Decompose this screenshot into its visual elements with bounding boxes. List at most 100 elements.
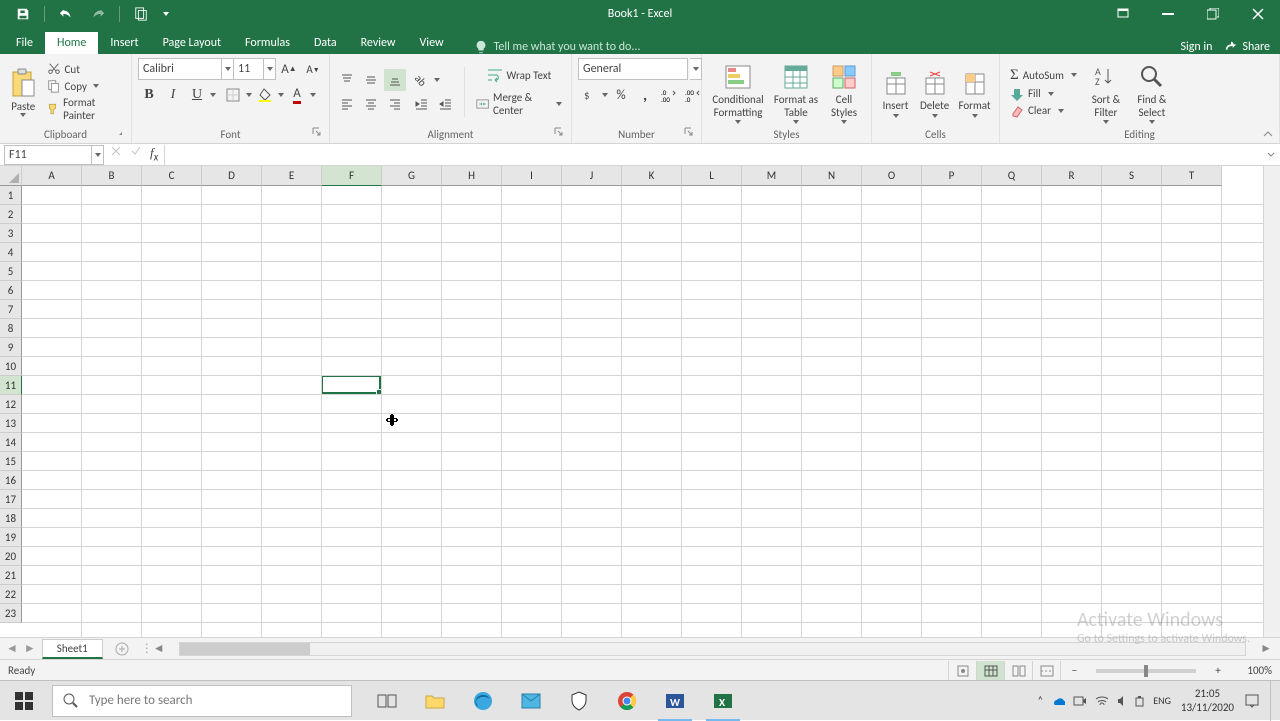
- cut-button[interactable]: Cut: [45, 61, 125, 77]
- formula-bar[interactable]: [164, 145, 1262, 165]
- decrease-indent-button[interactable]: [410, 93, 432, 115]
- row-header-9[interactable]: 9: [0, 338, 22, 357]
- column-header-H[interactable]: H: [442, 166, 502, 186]
- tab-data[interactable]: Data: [302, 32, 349, 54]
- column-header-O[interactable]: O: [862, 166, 922, 186]
- row-header-2[interactable]: 2: [0, 205, 22, 224]
- excel-button[interactable]: X: [700, 681, 746, 721]
- row-header-23[interactable]: 23: [0, 604, 22, 623]
- column-header-K[interactable]: K: [622, 166, 682, 186]
- redo-button[interactable]: [83, 1, 113, 27]
- align-center-button[interactable]: [360, 93, 382, 115]
- conditional-formatting-button[interactable]: Conditional Formatting: [708, 60, 768, 124]
- macro-record-button[interactable]: [948, 661, 976, 681]
- file-explorer-button[interactable]: [412, 681, 458, 721]
- font-name-combo[interactable]: Calibri: [138, 58, 222, 80]
- column-header-D[interactable]: D: [202, 166, 262, 186]
- select-all-corner[interactable]: [0, 166, 22, 186]
- enter-formula-button[interactable]: [130, 145, 142, 164]
- undo-button[interactable]: [51, 1, 81, 27]
- column-header-Q[interactable]: Q: [982, 166, 1042, 186]
- zoom-in-button[interactable]: +: [1204, 661, 1232, 681]
- tab-insert[interactable]: Insert: [98, 32, 150, 54]
- maximize-button[interactable]: [1190, 0, 1235, 28]
- alignment-launcher[interactable]: [553, 127, 565, 139]
- tab-formulas[interactable]: Formulas: [233, 32, 302, 54]
- share-button[interactable]: Share: [1224, 40, 1270, 54]
- chrome-button[interactable]: [604, 681, 650, 721]
- minimize-button[interactable]: [1145, 0, 1190, 28]
- tab-home[interactable]: Home: [45, 32, 98, 54]
- clear-button[interactable]: Clear: [1006, 103, 1081, 119]
- task-view-button[interactable]: [364, 681, 410, 721]
- vertical-scrollbar[interactable]: [1263, 166, 1280, 637]
- fill-color-dropdown[interactable]: [278, 93, 284, 97]
- fill-button[interactable]: Fill: [1006, 86, 1081, 102]
- zoom-level[interactable]: 100%: [1232, 664, 1272, 677]
- zoom-slider[interactable]: [1096, 669, 1196, 673]
- tray-chevron[interactable]: ˄: [1037, 694, 1043, 707]
- tab-page-layout[interactable]: Page Layout: [151, 32, 233, 54]
- row-header-6[interactable]: 6: [0, 281, 22, 300]
- column-header-A[interactable]: A: [22, 166, 82, 186]
- tab-view[interactable]: View: [408, 32, 456, 54]
- show-desktop[interactable]: [1270, 681, 1276, 721]
- orientation-dropdown[interactable]: [434, 78, 440, 82]
- number-format-dropdown[interactable]: [690, 58, 702, 80]
- horizontal-scrollbar[interactable]: [179, 642, 1246, 656]
- fill-color-button[interactable]: [254, 84, 276, 106]
- mail-button[interactable]: [508, 681, 554, 721]
- paste-button[interactable]: Paste: [6, 68, 41, 117]
- sheet-nav-next[interactable]: ►: [24, 641, 36, 656]
- orientation-button[interactable]: ab: [410, 69, 432, 91]
- name-box-dropdown[interactable]: [92, 145, 104, 165]
- number-launcher[interactable]: [683, 127, 695, 139]
- column-header-N[interactable]: N: [802, 166, 862, 186]
- format-cells-button[interactable]: Format: [956, 66, 993, 118]
- tell-me-search[interactable]: Tell me what you want to do...: [456, 40, 1181, 54]
- insert-cells-button[interactable]: Insert: [878, 66, 913, 118]
- row-header-5[interactable]: 5: [0, 262, 22, 281]
- column-header-T[interactable]: T: [1162, 166, 1222, 186]
- column-header-L[interactable]: L: [682, 166, 742, 186]
- italic-button[interactable]: I: [162, 84, 184, 106]
- wrap-text-button[interactable]: Wrap Text: [473, 65, 565, 85]
- notifications-icon[interactable]: [1244, 693, 1260, 709]
- row-header-17[interactable]: 17: [0, 490, 22, 509]
- align-middle-button[interactable]: [360, 69, 382, 91]
- column-header-B[interactable]: B: [82, 166, 142, 186]
- row-header-10[interactable]: 10: [0, 357, 22, 376]
- sign-in-link[interactable]: Sign in: [1180, 40, 1212, 54]
- row-header-7[interactable]: 7: [0, 300, 22, 319]
- edge-button[interactable]: [460, 681, 506, 721]
- format-painter-button[interactable]: Format Painter: [45, 95, 125, 123]
- zoom-out-button[interactable]: −: [1060, 661, 1088, 681]
- tray-clock[interactable]: 21:05 13/11/2020: [1181, 687, 1234, 713]
- merge-center-button[interactable]: Merge & Center: [473, 89, 565, 119]
- underline-dropdown[interactable]: [210, 93, 216, 97]
- onedrive-icon[interactable]: [1051, 694, 1065, 708]
- column-header-G[interactable]: G: [382, 166, 442, 186]
- qat-customize[interactable]: [158, 1, 174, 27]
- column-header-P[interactable]: P: [922, 166, 982, 186]
- accounting-button[interactable]: $: [578, 84, 600, 106]
- page-break-view-button[interactable]: [1032, 661, 1060, 681]
- start-button[interactable]: [0, 681, 48, 721]
- decrease-font-button[interactable]: A▼: [302, 58, 324, 80]
- format-as-table-button[interactable]: Format as Table: [772, 60, 820, 124]
- sheet-nav-prev[interactable]: ◄: [6, 641, 18, 656]
- increase-font-button[interactable]: A▲: [278, 58, 300, 80]
- align-left-button[interactable]: [336, 93, 358, 115]
- word-button[interactable]: W: [652, 681, 698, 721]
- selected-cell[interactable]: [321, 375, 381, 394]
- wifi-icon[interactable]: [1095, 694, 1109, 708]
- percent-button[interactable]: %: [610, 84, 632, 106]
- underline-button[interactable]: U: [186, 84, 208, 106]
- column-header-C[interactable]: C: [142, 166, 202, 186]
- row-header-11[interactable]: 11: [0, 376, 22, 395]
- battery-icon[interactable]: [1135, 694, 1145, 708]
- font-launcher[interactable]: [311, 127, 323, 139]
- save-button[interactable]: [8, 1, 38, 27]
- font-color-button[interactable]: A: [286, 84, 308, 106]
- row-header-14[interactable]: 14: [0, 433, 22, 452]
